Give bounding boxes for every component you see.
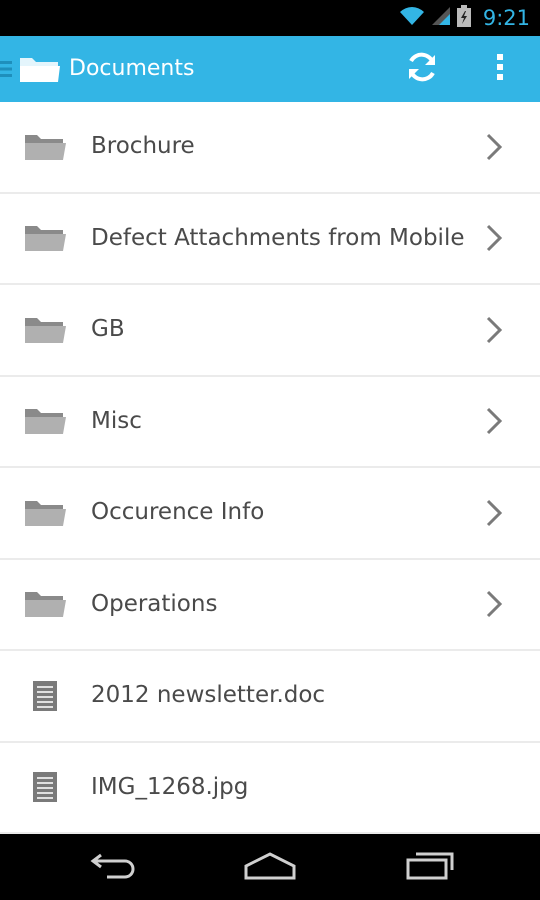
list-item-label: GB xyxy=(91,316,125,342)
status-bar: 9:21 xyxy=(0,0,540,36)
list-item-label: Defect Attachments from Mobile xyxy=(91,224,465,251)
chevron-right-icon xyxy=(484,498,504,528)
wifi-icon xyxy=(399,6,425,30)
battery-icon xyxy=(456,5,471,31)
folder-icon xyxy=(24,132,67,162)
list-item-label: Brochure xyxy=(91,133,195,159)
drawer-indicator-icon[interactable] xyxy=(0,60,12,78)
navigation-bar xyxy=(0,834,540,900)
folder-icon xyxy=(24,498,67,528)
list-item-label: Occurence Info xyxy=(91,499,265,525)
chevron-right-icon xyxy=(484,223,504,253)
back-icon xyxy=(87,850,139,884)
recent-apps-button[interactable] xyxy=(400,850,460,884)
home-button[interactable] xyxy=(240,850,300,884)
chevron-right-icon xyxy=(484,589,504,619)
chevron-right-icon xyxy=(484,132,504,162)
back-button[interactable] xyxy=(84,850,142,884)
document-icon xyxy=(31,771,59,803)
document-icon xyxy=(31,680,59,712)
refresh-button[interactable] xyxy=(400,49,444,89)
list-item-label: IMG_1268.jpg xyxy=(91,773,249,800)
list-item-label: Operations xyxy=(91,590,218,617)
folder-icon xyxy=(24,315,67,345)
overflow-menu-icon xyxy=(496,52,504,86)
status-icons: 9:21 xyxy=(399,0,530,36)
list-item[interactable]: Occurence Info xyxy=(0,468,540,560)
document-list: Brochure Defect Attachments from Mobile … xyxy=(0,102,540,834)
folder-icon[interactable] xyxy=(18,54,62,84)
page-title[interactable]: Documents xyxy=(69,36,194,102)
list-item[interactable]: Brochure xyxy=(0,102,540,194)
chevron-right-icon xyxy=(484,315,504,345)
folder-icon xyxy=(24,406,67,436)
folder-icon xyxy=(24,223,67,253)
list-item[interactable]: Misc xyxy=(0,377,540,468)
refresh-icon xyxy=(404,49,440,89)
list-item[interactable]: 2012 newsletter.doc xyxy=(0,651,540,743)
recent-apps-icon xyxy=(404,850,456,884)
overflow-menu-button[interactable] xyxy=(482,49,518,89)
status-clock: 9:21 xyxy=(482,6,530,30)
home-icon xyxy=(242,850,298,884)
list-item[interactable]: Defect Attachments from Mobile xyxy=(0,194,540,285)
folder-icon xyxy=(24,589,67,619)
list-item[interactable]: IMG_1268.jpg xyxy=(0,743,540,834)
signal-icon xyxy=(431,6,451,30)
list-item-label: Misc xyxy=(91,407,142,434)
chevron-right-icon xyxy=(484,406,504,436)
list-item[interactable]: Operations xyxy=(0,560,540,651)
action-bar: Documents xyxy=(0,36,540,102)
list-item[interactable]: GB xyxy=(0,285,540,377)
list-item-label: 2012 newsletter.doc xyxy=(91,682,326,708)
